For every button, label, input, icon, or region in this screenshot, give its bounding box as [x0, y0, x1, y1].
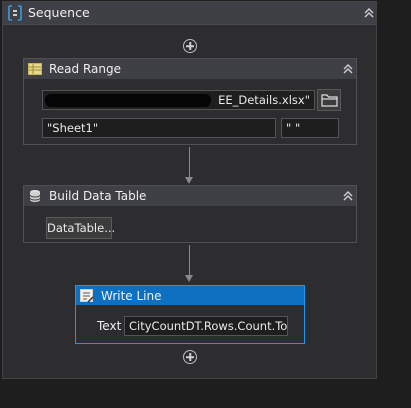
read-range-header[interactable]: Read Range — [24, 59, 356, 79]
read-range-activity[interactable]: Read Range EE_Details.xlsx" "Sheet1" " " — [23, 58, 357, 145]
read-range-title: Read Range — [49, 62, 121, 76]
build-data-table-header[interactable]: Build Data Table — [24, 186, 356, 206]
folder-icon — [321, 94, 338, 107]
write-line-title: Write Line — [101, 289, 162, 303]
add-activity-top-icon[interactable] — [183, 39, 197, 53]
sequence-header[interactable]: Sequence — [3, 2, 376, 25]
write-line-header[interactable]: Write Line — [76, 286, 304, 305]
read-range-collapse-icon[interactable] — [342, 63, 354, 75]
redacted-path — [45, 94, 211, 107]
write-line-icon — [80, 289, 94, 303]
build-data-table-activity[interactable]: Build Data Table DataTable... — [23, 185, 357, 243]
sequence-title: Sequence — [28, 5, 90, 20]
sequence-icon — [7, 5, 23, 21]
workbook-path-field[interactable]: EE_Details.xlsx" — [42, 90, 315, 110]
text-value-field[interactable]: CityCountDT.Rows.Count.ToS — [124, 316, 288, 336]
workbook-path-value: EE_Details.xlsx" — [218, 93, 310, 107]
write-line-activity[interactable]: Write Line Text CityCountDT.Rows.Count.T… — [75, 285, 305, 344]
range-field[interactable]: " " — [281, 118, 339, 138]
browse-folder-button[interactable] — [317, 89, 341, 111]
connector-line — [189, 245, 190, 275]
build-data-table-collapse-icon[interactable] — [342, 190, 354, 202]
sheet-name-field[interactable]: "Sheet1" — [42, 118, 276, 138]
build-data-table-title: Build Data Table — [49, 189, 147, 203]
add-activity-bottom-icon[interactable] — [183, 350, 197, 364]
sequence-collapse-icon[interactable] — [363, 7, 375, 19]
connector-line — [189, 147, 190, 177]
text-label: Text — [97, 319, 122, 333]
excel-sheet-icon — [28, 62, 42, 76]
connector-arrow-icon — [185, 177, 193, 184]
database-icon — [28, 189, 42, 203]
datatable-button[interactable]: DataTable... — [46, 217, 115, 239]
connector-arrow-icon — [185, 275, 193, 282]
